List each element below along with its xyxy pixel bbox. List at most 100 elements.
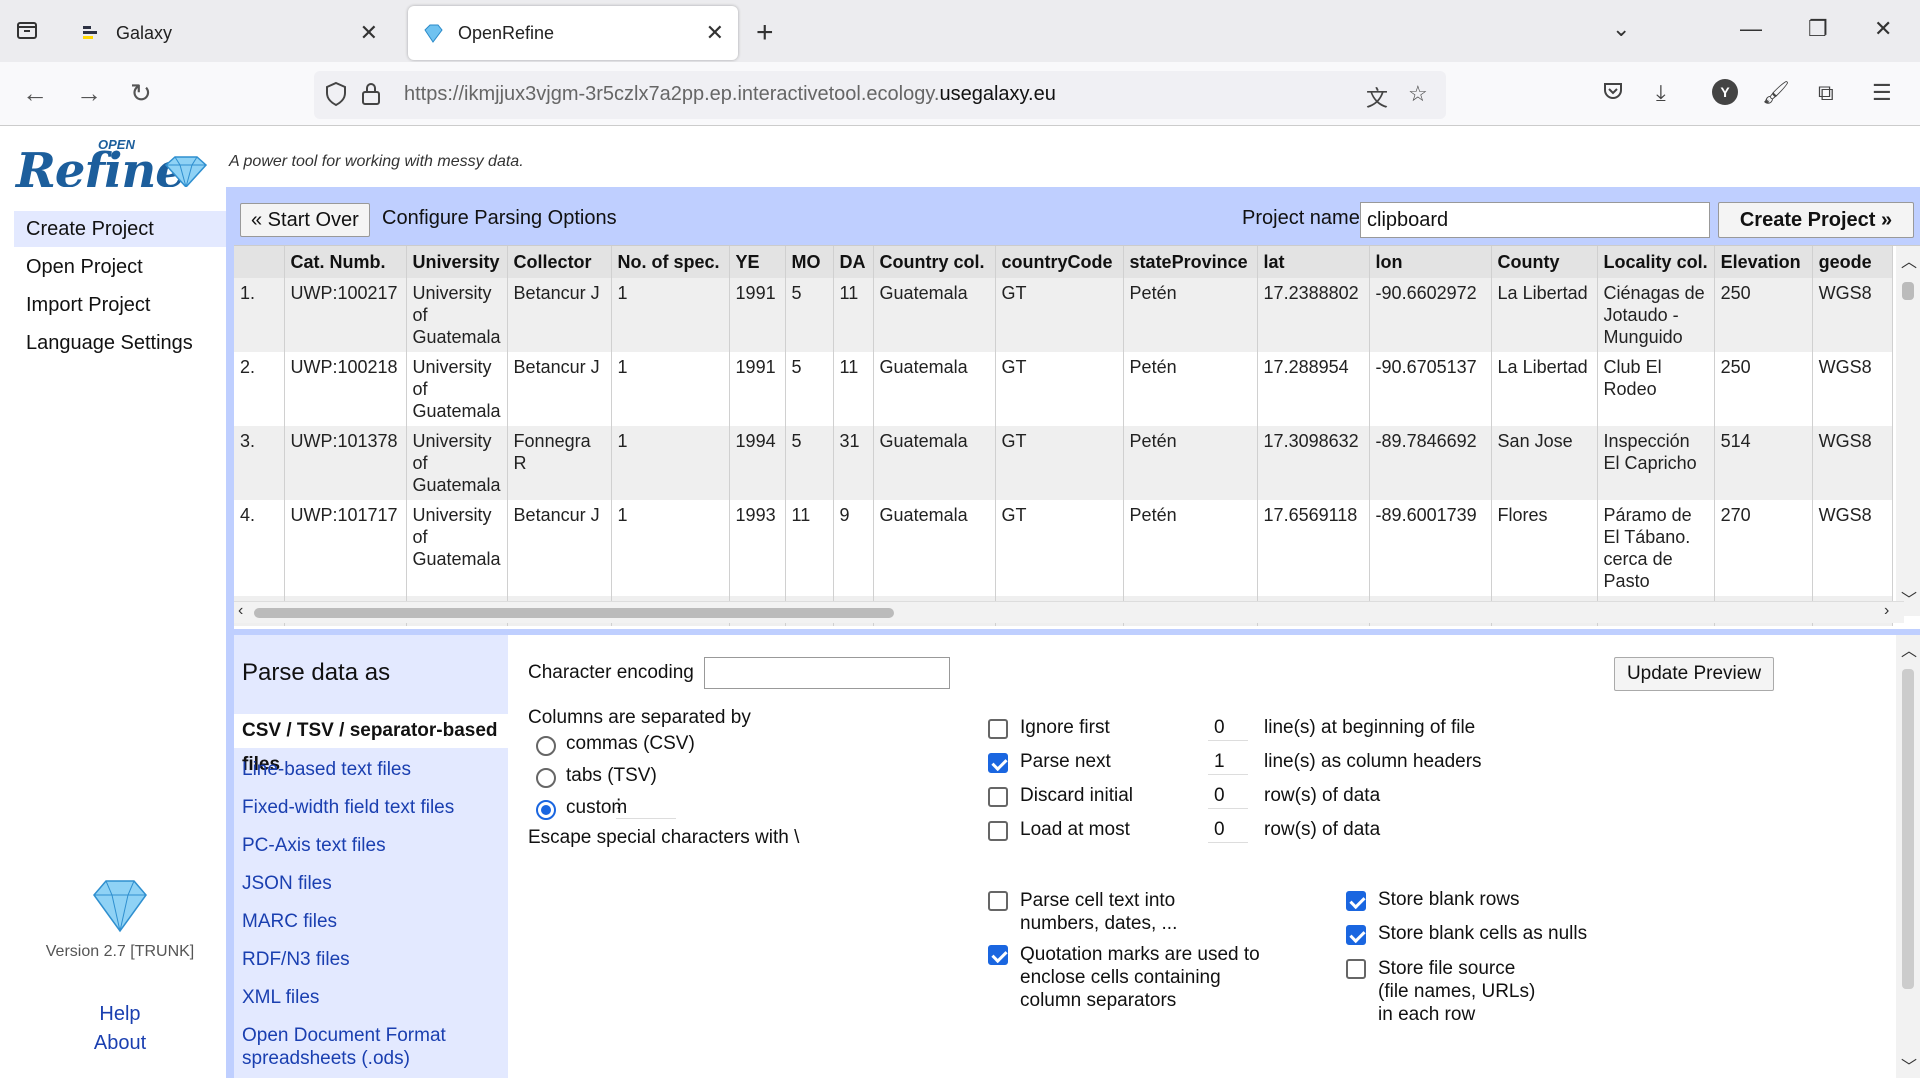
format-line-based[interactable]: Line-based text files	[234, 758, 508, 781]
extensions-puzzle-icon[interactable]: ⧉	[1818, 80, 1834, 106]
scrollbar-thumb[interactable]	[254, 608, 894, 618]
table-cell: Petén	[1123, 352, 1258, 426]
scroll-up-icon[interactable]: ︿	[1901, 637, 1917, 661]
escape-label: Escape special characters with \	[528, 827, 800, 848]
translate-icon[interactable]: 文	[1366, 81, 1388, 113]
format-xml[interactable]: XML files	[234, 986, 508, 1009]
format-csv-tsv[interactable]: CSV / TSV / separator-based files	[234, 714, 508, 775]
row-index: 3.	[234, 426, 285, 500]
about-link[interactable]: About	[0, 1032, 240, 1055]
tab-galaxy[interactable]: Galaxy ✕	[66, 6, 392, 60]
table-cell: San Jose	[1491, 426, 1598, 500]
lock-icon[interactable]	[360, 81, 382, 113]
update-preview-button[interactable]: Update Preview	[1614, 657, 1774, 691]
parse-next-checkbox[interactable]	[988, 753, 1008, 773]
tab-title: OpenRefine	[458, 22, 555, 43]
radio-commas[interactable]	[536, 736, 556, 756]
table-cell: La Libertad	[1491, 352, 1598, 426]
format-rdf-n3[interactable]: RDF/N3 files	[234, 948, 508, 971]
configure-title: Configure Parsing Options	[382, 207, 617, 229]
close-window-icon[interactable]: ✕	[1874, 16, 1892, 42]
quotation-marks-checkbox[interactable]	[988, 945, 1008, 965]
nav-open-project[interactable]: Open Project	[14, 249, 226, 285]
shield-icon[interactable]	[324, 81, 348, 113]
project-name-input[interactable]	[1360, 202, 1710, 238]
extension-brush-icon[interactable]: 🖌	[1762, 80, 1790, 106]
nav-language-settings[interactable]: Language Settings	[14, 325, 226, 361]
tab-openrefine[interactable]: OpenRefine ✕	[408, 6, 738, 60]
url-bar[interactable]: https://ikmjjux3vjgm-3r5czlx7a2pp.ep.int…	[314, 71, 1446, 119]
scroll-left-icon[interactable]: ‹	[238, 602, 243, 620]
custom-separator-input[interactable]: ;	[616, 793, 676, 819]
parse-data-as-title: Parse data as	[242, 659, 391, 686]
discard-initial-checkbox[interactable]	[988, 787, 1008, 807]
star-icon[interactable]: ☆	[1408, 81, 1428, 107]
table-cell: Fonnegra R	[507, 426, 612, 500]
table-row: 3. UWP:101378 University of Guatemala Fonne…	[234, 426, 1893, 500]
table-cell: GT	[995, 426, 1124, 500]
restore-icon[interactable]: ❐	[1808, 16, 1828, 42]
table-cell: Petén	[1123, 278, 1258, 352]
scroll-down-icon[interactable]: ﹀	[1901, 1053, 1917, 1077]
character-encoding-input[interactable]	[704, 657, 950, 689]
format-fixed-width[interactable]: Fixed-width field text files	[234, 796, 508, 819]
format-list: Parse data as CSV / TSV / separator-base…	[234, 635, 508, 1078]
column-header: Collector	[507, 246, 612, 278]
version-text: Version 2.7 [TRUNK]	[45, 943, 195, 960]
chevron-down-icon[interactable]: ⌄	[1612, 16, 1630, 42]
scrollbar-thumb[interactable]	[1902, 669, 1914, 989]
format-json[interactable]: JSON files	[234, 872, 508, 895]
discard-initial-label: Discard initial	[1020, 785, 1133, 806]
scrollbar-thumb[interactable]	[1902, 282, 1914, 300]
load-at-most-checkbox[interactable]	[988, 821, 1008, 841]
table-cell: UWP:101717	[284, 500, 407, 596]
discard-initial-input[interactable]	[1208, 783, 1248, 809]
ignore-first-input[interactable]	[1208, 715, 1248, 741]
load-at-most-input[interactable]	[1208, 817, 1248, 843]
forward-icon[interactable]: →	[76, 78, 102, 109]
minimize-icon[interactable]: —	[1740, 16, 1762, 42]
nav-import-project[interactable]: Import Project	[14, 287, 226, 323]
new-tab-icon[interactable]: +	[756, 16, 774, 50]
table-cell: 5	[785, 352, 834, 426]
tab-list-icon[interactable]	[14, 18, 40, 44]
format-pc-axis[interactable]: PC-Axis text files	[234, 834, 508, 857]
table-cell: Petén	[1123, 426, 1258, 500]
table-cell: Páramo de El Tábano. cerca de Pasto	[1597, 500, 1715, 596]
store-blank-cells-checkbox[interactable]	[1346, 925, 1366, 945]
start-over-button[interactable]: « Start Over	[240, 203, 370, 237]
store-file-source-label: Store file source (file names, URLs) in …	[1378, 958, 1536, 1025]
format-marc[interactable]: MARC files	[234, 910, 508, 933]
table-cell: 1994	[729, 426, 786, 500]
parse-cell-text-checkbox[interactable]	[988, 891, 1008, 911]
format-ods[interactable]: Open Document Format spreadsheets (.ods)	[234, 1024, 454, 1070]
preview-vertical-scrollbar[interactable]: ︿ ﹀	[1896, 246, 1920, 616]
options-vertical-scrollbar[interactable]: ︿ ﹀	[1896, 635, 1920, 1078]
pocket-icon[interactable]	[1602, 80, 1624, 108]
table-cell: 17.6569118	[1257, 500, 1370, 596]
store-file-source-checkbox[interactable]	[1346, 959, 1366, 979]
radio-custom[interactable]	[536, 800, 556, 820]
column-header	[234, 246, 285, 278]
scroll-right-icon[interactable]: ›	[1884, 602, 1889, 620]
nav-create-project[interactable]: Create Project	[14, 211, 226, 247]
help-link[interactable]: Help	[0, 1003, 240, 1026]
scroll-up-icon[interactable]: ︿	[1901, 248, 1917, 272]
menu-icon[interactable]: ☰	[1872, 80, 1892, 106]
reload-icon[interactable]: ↻	[130, 78, 152, 109]
parse-next-input[interactable]	[1208, 749, 1248, 775]
store-blank-rows-checkbox[interactable]	[1346, 891, 1366, 911]
close-tab-icon[interactable]: ✕	[360, 20, 378, 46]
back-icon[interactable]: ←	[22, 78, 48, 109]
create-project-button[interactable]: Create Project »	[1718, 202, 1914, 238]
download-icon[interactable]: ⤓	[1656, 80, 1666, 106]
table-cell: 9	[833, 500, 874, 596]
ignore-first-checkbox[interactable]	[988, 719, 1008, 739]
column-header: DA	[833, 246, 874, 278]
account-avatar[interactable]: Y	[1712, 79, 1738, 105]
table-cell: 17.2388802	[1257, 278, 1370, 352]
preview-horizontal-scrollbar[interactable]: ‹ ›	[234, 601, 1904, 623]
close-tab-icon[interactable]: ✕	[706, 20, 724, 46]
radio-tabs[interactable]	[536, 768, 556, 788]
table-row: 1. UWP:100217 University of Guatemala Betan…	[234, 278, 1893, 352]
